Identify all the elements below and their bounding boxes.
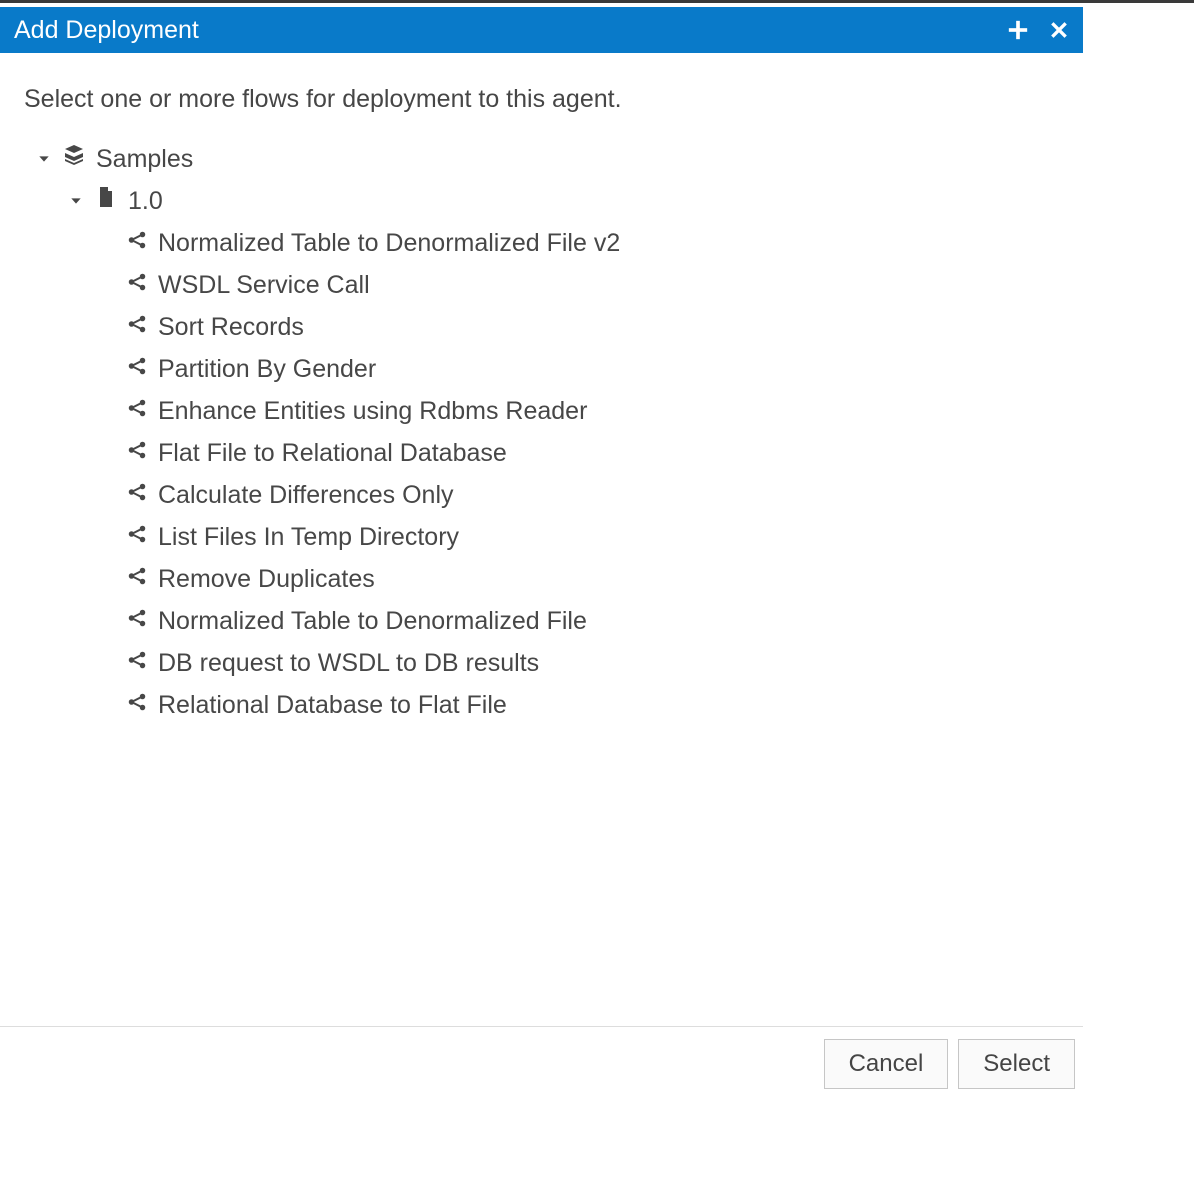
flow-icon (126, 516, 148, 558)
flow-item[interactable]: Normalized Table to Denormalized File v2 (24, 222, 1059, 264)
flow-icon (126, 348, 148, 390)
cancel-button[interactable]: Cancel (824, 1039, 949, 1089)
flow-item[interactable]: Flat File to Relational Database (24, 432, 1059, 474)
flow-icon (126, 432, 148, 474)
flow-icon (126, 222, 148, 264)
flow-icon (126, 264, 148, 306)
package-icon (62, 138, 86, 180)
flow-item[interactable]: Calculate Differences Only (24, 474, 1059, 516)
tree-version-label: 1.0 (128, 180, 163, 222)
flow-label: List Files In Temp Directory (158, 516, 459, 558)
flow-label: Flat File to Relational Database (158, 432, 507, 474)
flow-item[interactable]: Relational Database to Flat File (24, 684, 1059, 726)
background-fragment (0, 0, 1194, 7)
flow-item[interactable]: Sort Records (24, 306, 1059, 348)
dialog-body: Select one or more flows for deployment … (0, 53, 1083, 742)
flow-icon (126, 306, 148, 348)
flow-tree: Samples 1.0 Normalized Table to Denormal… (24, 138, 1059, 726)
flow-list: Normalized Table to Denormalized File v2… (24, 222, 1059, 726)
flow-label: Normalized Table to Denormalized File (158, 600, 587, 642)
flow-icon (126, 600, 148, 642)
tree-version-node[interactable]: 1.0 (24, 180, 1059, 222)
flow-icon (126, 390, 148, 432)
flow-item[interactable]: Partition By Gender (24, 348, 1059, 390)
flow-icon (126, 474, 148, 516)
dialog-title: Add Deployment (14, 16, 199, 45)
instruction-text: Select one or more flows for deployment … (24, 85, 1059, 114)
add-deployment-dialog: Add Deployment Select one or more flows … (0, 7, 1083, 1101)
tree-root-node[interactable]: Samples (24, 138, 1059, 180)
header-controls (1007, 19, 1069, 41)
select-button[interactable]: Select (958, 1039, 1075, 1089)
flow-item[interactable]: WSDL Service Call (24, 264, 1059, 306)
caret-down-icon[interactable] (68, 180, 84, 222)
flow-label: Remove Duplicates (158, 558, 375, 600)
dialog-header: Add Deployment (0, 7, 1083, 53)
flow-item[interactable]: Enhance Entities using Rdbms Reader (24, 390, 1059, 432)
flow-label: DB request to WSDL to DB results (158, 642, 539, 684)
tree-root-label: Samples (96, 138, 193, 180)
flow-icon (126, 642, 148, 684)
flow-icon (126, 684, 148, 726)
file-icon (94, 180, 118, 222)
flow-label: Partition By Gender (158, 348, 376, 390)
flow-label: Relational Database to Flat File (158, 684, 507, 726)
close-icon[interactable] (1049, 20, 1069, 40)
flow-label: Normalized Table to Denormalized File v2 (158, 222, 620, 264)
flow-label: Calculate Differences Only (158, 474, 454, 516)
flow-label: Sort Records (158, 306, 304, 348)
flow-item[interactable]: DB request to WSDL to DB results (24, 642, 1059, 684)
flow-label: WSDL Service Call (158, 264, 370, 306)
flow-item[interactable]: List Files In Temp Directory (24, 516, 1059, 558)
caret-down-icon[interactable] (36, 138, 52, 180)
flow-icon (126, 558, 148, 600)
flow-item[interactable]: Normalized Table to Denormalized File (24, 600, 1059, 642)
flow-label: Enhance Entities using Rdbms Reader (158, 390, 587, 432)
flow-item[interactable]: Remove Duplicates (24, 558, 1059, 600)
maximize-icon[interactable] (1007, 19, 1029, 41)
dialog-footer: Cancel Select (0, 1026, 1083, 1101)
